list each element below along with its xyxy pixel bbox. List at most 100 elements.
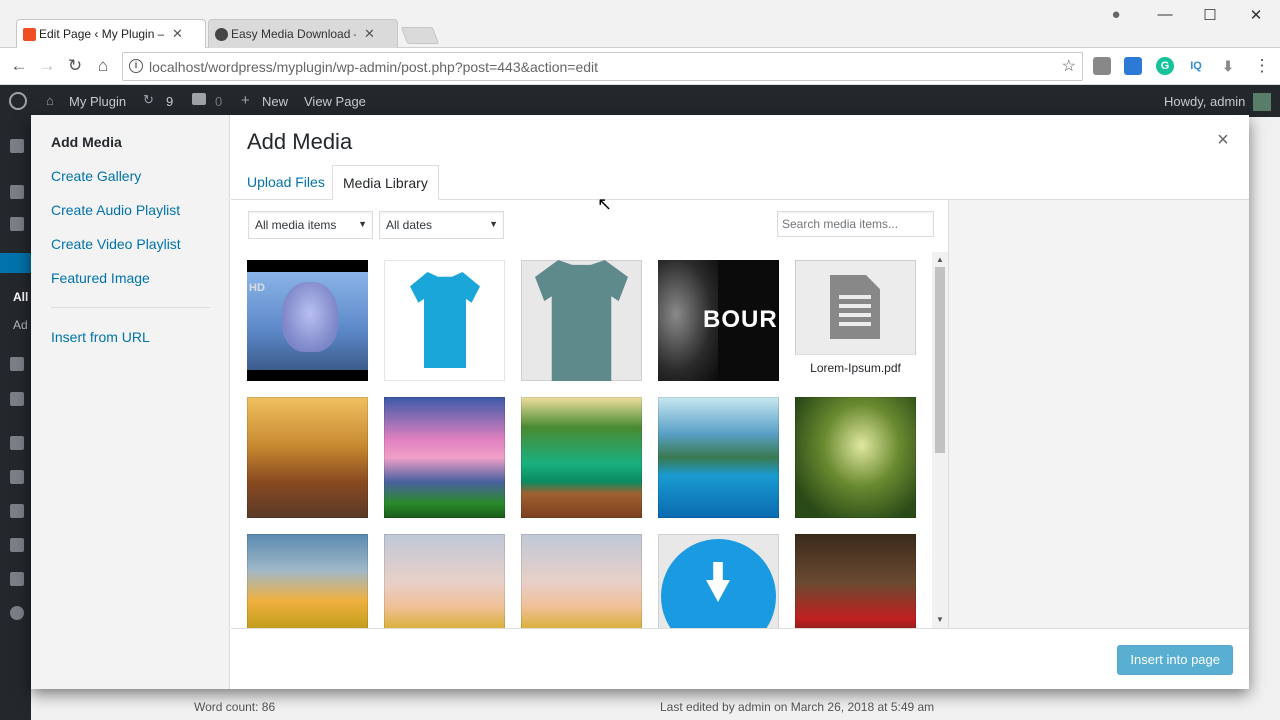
- grid-scrollbar[interactable]: ▲ ▼: [932, 252, 948, 628]
- attachment-pink-lake[interactable]: [384, 397, 505, 518]
- minimize-button[interactable]: —: [1155, 6, 1175, 23]
- menu-create-video-playlist[interactable]: Create Video Playlist: [51, 236, 181, 252]
- menu-create-audio-playlist[interactable]: Create Audio Playlist: [51, 202, 180, 218]
- browser-menu-icon[interactable]: ⋮: [1252, 56, 1272, 76]
- bookmark-star-icon[interactable]: ☆: [1062, 56, 1076, 76]
- attachment-video-bird[interactable]: HD: [247, 260, 368, 381]
- updates-count[interactable]: 9: [166, 94, 173, 109]
- browser-tab-edit-page[interactable]: Edit Page ‹ My Plugin — ✕: [16, 19, 206, 48]
- new-tab-button[interactable]: [400, 27, 440, 44]
- mouse-cursor-icon: ↖: [597, 194, 613, 214]
- modal-title: Add Media: [247, 129, 353, 154]
- appearance-icon[interactable]: [10, 436, 24, 450]
- word-count: Word count: 86: [194, 700, 276, 714]
- iq-extension-icon[interactable]: IQ: [1187, 57, 1205, 75]
- dropdown-caret-icon: ▼: [489, 219, 498, 229]
- menu-insert-from-url[interactable]: Insert from URL: [51, 329, 150, 345]
- home-icon[interactable]: ⌂: [93, 56, 113, 76]
- users-icon[interactable]: [10, 504, 24, 518]
- dashboard-icon[interactable]: [10, 139, 24, 153]
- hd-badge: HD: [249, 282, 265, 294]
- comments-count[interactable]: 0: [215, 94, 222, 109]
- attachment-blue-tshirt[interactable]: [384, 260, 505, 381]
- comments-icon: [192, 93, 206, 105]
- window-close-button[interactable]: ✕: [1246, 6, 1266, 24]
- attachment-details-sidebar: [948, 200, 1249, 628]
- info-icon[interactable]: i: [129, 59, 143, 73]
- forward-icon[interactable]: →: [37, 56, 57, 76]
- tab-upload-files[interactable]: Upload Files: [237, 165, 335, 200]
- tab-close-icon[interactable]: ✕: [172, 26, 183, 42]
- home-site-icon: ⌂: [46, 93, 54, 108]
- media-toolbar-footer: Insert into page: [231, 628, 1249, 689]
- collapse-menu-icon[interactable]: [10, 606, 24, 620]
- attachment-sunset-field-3[interactable]: [521, 534, 642, 628]
- avatar[interactable]: [1253, 93, 1271, 111]
- sidebar-submenu-add[interactable]: Ad: [13, 318, 28, 332]
- media-router-tabs: Upload Files Media Library: [231, 165, 1249, 200]
- address-bar[interactable]: i localhost/wordpress/myplugin/wp-admin/…: [122, 52, 1083, 81]
- wp-status-bar: Word count: 86 Last edited by admin on M…: [161, 689, 1280, 720]
- howdy-text[interactable]: Howdy, admin: [1164, 94, 1245, 109]
- menu-separator: [51, 307, 210, 308]
- attachment-forest-path[interactable]: [795, 397, 916, 518]
- search-media-input[interactable]: Search media items...: [777, 211, 934, 237]
- menu-add-media[interactable]: Add Media: [51, 134, 122, 150]
- site-name-link[interactable]: My Plugin: [69, 94, 126, 109]
- attachment-mountain-lake[interactable]: [658, 397, 779, 518]
- comments-menu-icon[interactable]: [10, 357, 24, 371]
- menu-featured-image[interactable]: Featured Image: [51, 270, 150, 286]
- modal-close-icon[interactable]: ×: [1211, 129, 1235, 152]
- attachment-gray-tshirt[interactable]: [521, 260, 642, 381]
- document-icon: [830, 275, 880, 339]
- grammarly-icon[interactable]: G: [1156, 57, 1174, 75]
- extension-off-icon[interactable]: [1093, 57, 1111, 75]
- reload-icon[interactable]: ↻: [65, 56, 85, 76]
- updates-icon: ↻: [143, 92, 154, 107]
- wordpress-logo-icon[interactable]: [9, 92, 27, 110]
- attachment-people-photo[interactable]: [795, 534, 916, 628]
- last-edited: Last edited by admin on March 26, 2018 a…: [660, 700, 935, 714]
- download-extension-icon[interactable]: ⬇: [1219, 57, 1237, 75]
- browser-toolbar: ← → ↻ ⌂ i localhost/wordpress/myplugin/w…: [0, 48, 1280, 85]
- tab-close-icon[interactable]: ✕: [364, 26, 375, 42]
- tools-icon[interactable]: [10, 538, 24, 552]
- attachment-sunset-field-2[interactable]: [384, 534, 505, 628]
- sidebar-submenu-all[interactable]: All: [13, 290, 28, 304]
- pages-icon[interactable]: [0, 253, 31, 273]
- scroll-down-icon[interactable]: ▼: [936, 615, 944, 624]
- maximize-button[interactable]: ☐: [1200, 6, 1220, 24]
- wordpress-favicon-icon: [215, 28, 228, 41]
- settings-icon[interactable]: [10, 572, 24, 586]
- menu-create-gallery[interactable]: Create Gallery: [51, 168, 141, 184]
- posts-icon[interactable]: [10, 185, 24, 199]
- attachment-green-lagoon[interactable]: [521, 397, 642, 518]
- browser-tab-easy-media[interactable]: Easy Media Download — ✕: [208, 19, 398, 48]
- browser-tabstrip: Edit Page ‹ My Plugin — ✕ Easy Media Dow…: [0, 0, 1280, 48]
- attachment-pdf[interactable]: Lorem-Ipsum.pdf: [795, 260, 916, 381]
- poster-logo-text: BOUR: [703, 306, 778, 333]
- dropdown-caret-icon: ▼: [358, 219, 367, 229]
- attachment-sunset-field-1[interactable]: [247, 534, 368, 628]
- back-icon[interactable]: ←: [9, 56, 29, 76]
- xampp-favicon-icon: [23, 28, 36, 41]
- scrollbar-thumb[interactable]: [935, 267, 945, 453]
- media-icon[interactable]: [10, 217, 24, 231]
- view-page-link[interactable]: View Page: [304, 94, 366, 109]
- media-date-filter[interactable]: All dates ▼: [379, 211, 504, 239]
- contact-icon[interactable]: [10, 392, 24, 406]
- insert-into-page-button[interactable]: Insert into page: [1117, 645, 1233, 675]
- attachment-download-logo[interactable]: [658, 534, 779, 628]
- plugins-icon[interactable]: [10, 470, 24, 484]
- wp-background-right: [1249, 117, 1280, 720]
- attachment-bourne-poster[interactable]: BOUR: [658, 260, 779, 381]
- attachment-autumn-road[interactable]: [247, 397, 368, 518]
- add-media-modal: Add Media Create Gallery Create Audio Pl…: [31, 115, 1249, 689]
- new-link[interactable]: New: [262, 94, 288, 109]
- tab-media-library[interactable]: Media Library: [332, 165, 439, 200]
- scroll-up-icon[interactable]: ▲: [936, 255, 944, 264]
- extension-blue-icon[interactable]: [1124, 57, 1142, 75]
- wp-admin-sidebar: All Ad: [0, 117, 31, 720]
- profile-icon[interactable]: ●: [1106, 6, 1126, 23]
- media-type-filter[interactable]: All media items ▼: [248, 211, 373, 239]
